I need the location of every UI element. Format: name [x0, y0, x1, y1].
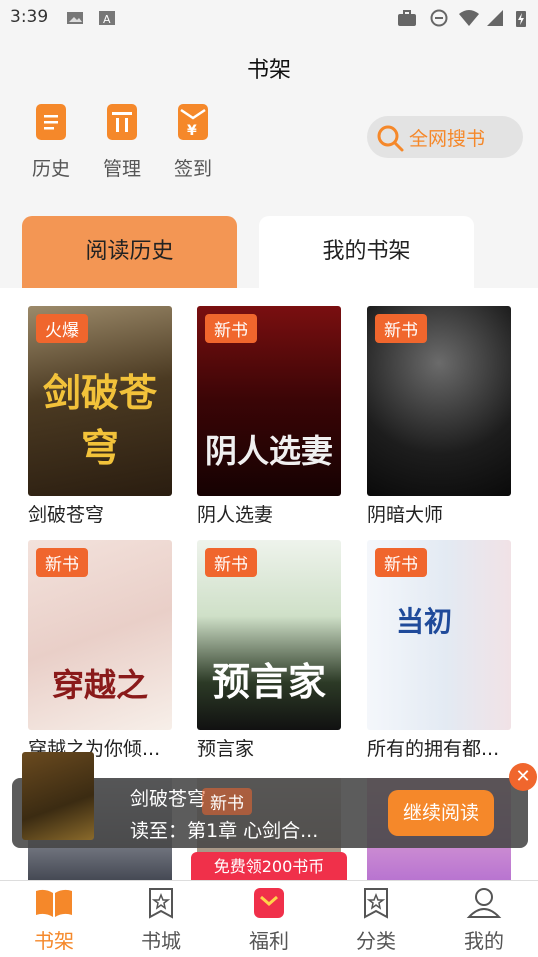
nav-bookshelf[interactable]: 书架	[14, 887, 94, 954]
nav-welfare[interactable]: 福利	[229, 887, 309, 954]
free-coins-button[interactable]: 免费领200书币	[191, 852, 347, 882]
book-cover: 新书 预言家	[197, 540, 341, 730]
book-tag: 新书	[375, 548, 427, 577]
do-not-disturb-icon	[430, 9, 448, 27]
book-tag: 火爆	[36, 314, 88, 343]
book-tag: 新书	[205, 314, 257, 343]
book-tag: 新书	[36, 548, 88, 577]
nav-category-label: 分类	[356, 929, 396, 953]
image-notification-icon	[66, 9, 84, 27]
status-time: 3:39	[10, 7, 49, 27]
status-bar: 3:39 A	[0, 0, 538, 36]
nav-mine[interactable]: 我的	[444, 887, 524, 954]
svg-text:A: A	[103, 13, 111, 26]
book-cover: 新书 当初	[367, 540, 511, 730]
book-title: 阴人选妻	[197, 504, 274, 526]
history-button[interactable]: 历史	[16, 104, 86, 181]
bottom-nav: 书架 书城 福利 分类 我的	[0, 880, 538, 957]
nav-mine-label: 我的	[464, 929, 504, 953]
signal-icon	[486, 9, 504, 27]
svg-text:¥: ¥	[187, 123, 197, 139]
tab-reading-history-label: 阅读历史	[85, 239, 174, 264]
book-title: 预言家	[197, 738, 255, 760]
manage-button[interactable]: 管理	[87, 104, 157, 181]
profile-icon	[466, 888, 502, 923]
nav-welfare-label: 福利	[249, 929, 289, 953]
book-cover: 新书	[367, 306, 511, 496]
manage-label: 管理	[102, 158, 141, 180]
cover-title: 阴人选妻	[204, 432, 333, 470]
book-open-icon	[34, 889, 74, 923]
tab-my-bookshelf[interactable]: 我的书架	[259, 216, 474, 288]
document-icon	[36, 104, 66, 140]
nav-category[interactable]: 分类	[336, 887, 416, 954]
book-cover: 火爆 剑破苍穹	[28, 306, 172, 496]
search-icon	[375, 123, 405, 157]
page-title: 书架	[246, 58, 291, 83]
continue-book-cover	[22, 752, 94, 840]
book-cover: 新书 阴人选妻	[197, 306, 341, 496]
book-item[interactable]: 新书 阴人选妻 阴人选妻	[197, 306, 341, 527]
book-item[interactable]: 火爆 剑破苍穹 剑破苍穹	[28, 306, 172, 527]
wifi-icon	[458, 9, 479, 27]
search-label: 全网搜书	[409, 128, 486, 150]
yen-envelope-icon: ¥	[178, 104, 208, 140]
book-title: 阴暗大师	[367, 504, 444, 526]
nav-bookstore-label: 书城	[141, 929, 181, 953]
book-item[interactable]: 新书 穿越之 穿越之为你倾...	[28, 540, 172, 761]
book-cover: 新书 穿越之	[28, 540, 172, 730]
search-all-button[interactable]: 全网搜书	[367, 116, 523, 158]
category-icon	[360, 888, 392, 923]
book-title: 所有的拥有都...	[367, 738, 500, 760]
history-label: 历史	[31, 158, 70, 180]
nav-bookstore[interactable]: 书城	[121, 887, 201, 954]
cover-title: 穿越之	[51, 666, 148, 704]
book-item[interactable]: 新书 阴暗大师	[367, 306, 511, 527]
continue-book-title: 剑破苍穹	[130, 788, 207, 810]
book-tag: 新书	[202, 788, 252, 815]
tab-reading-history[interactable]: 阅读历史	[22, 216, 237, 288]
continue-progress: 读至：第1章 心剑合...	[130, 820, 319, 842]
tab-my-bookshelf-label: 我的书架	[322, 239, 411, 264]
book-title: 剑破苍穹	[28, 504, 105, 526]
book-item[interactable]: 新书 预言家 预言家	[197, 540, 341, 761]
cover-title: 当初	[395, 605, 452, 638]
book-tag: 新书	[375, 314, 427, 343]
briefcase-icon	[397, 9, 416, 27]
continue-reading-button[interactable]: 继续阅读	[388, 790, 494, 836]
cover-title: 剑破苍穹	[42, 370, 157, 470]
book-tag: 新书	[205, 548, 257, 577]
battery-charging-icon	[515, 9, 533, 27]
book-item[interactable]: 新书 当初 所有的拥有都...	[367, 540, 511, 761]
checkin-button[interactable]: ¥ 签到	[158, 104, 228, 181]
trash-icon	[107, 104, 137, 140]
checkin-label: 签到	[173, 158, 212, 180]
cover-title: 预言家	[211, 659, 326, 704]
a-notification-icon: A	[98, 9, 116, 27]
gift-icon	[253, 888, 285, 923]
nav-bookshelf-label: 书架	[34, 929, 74, 953]
close-icon[interactable]: ✕	[509, 763, 537, 791]
bookstore-icon	[145, 888, 177, 923]
